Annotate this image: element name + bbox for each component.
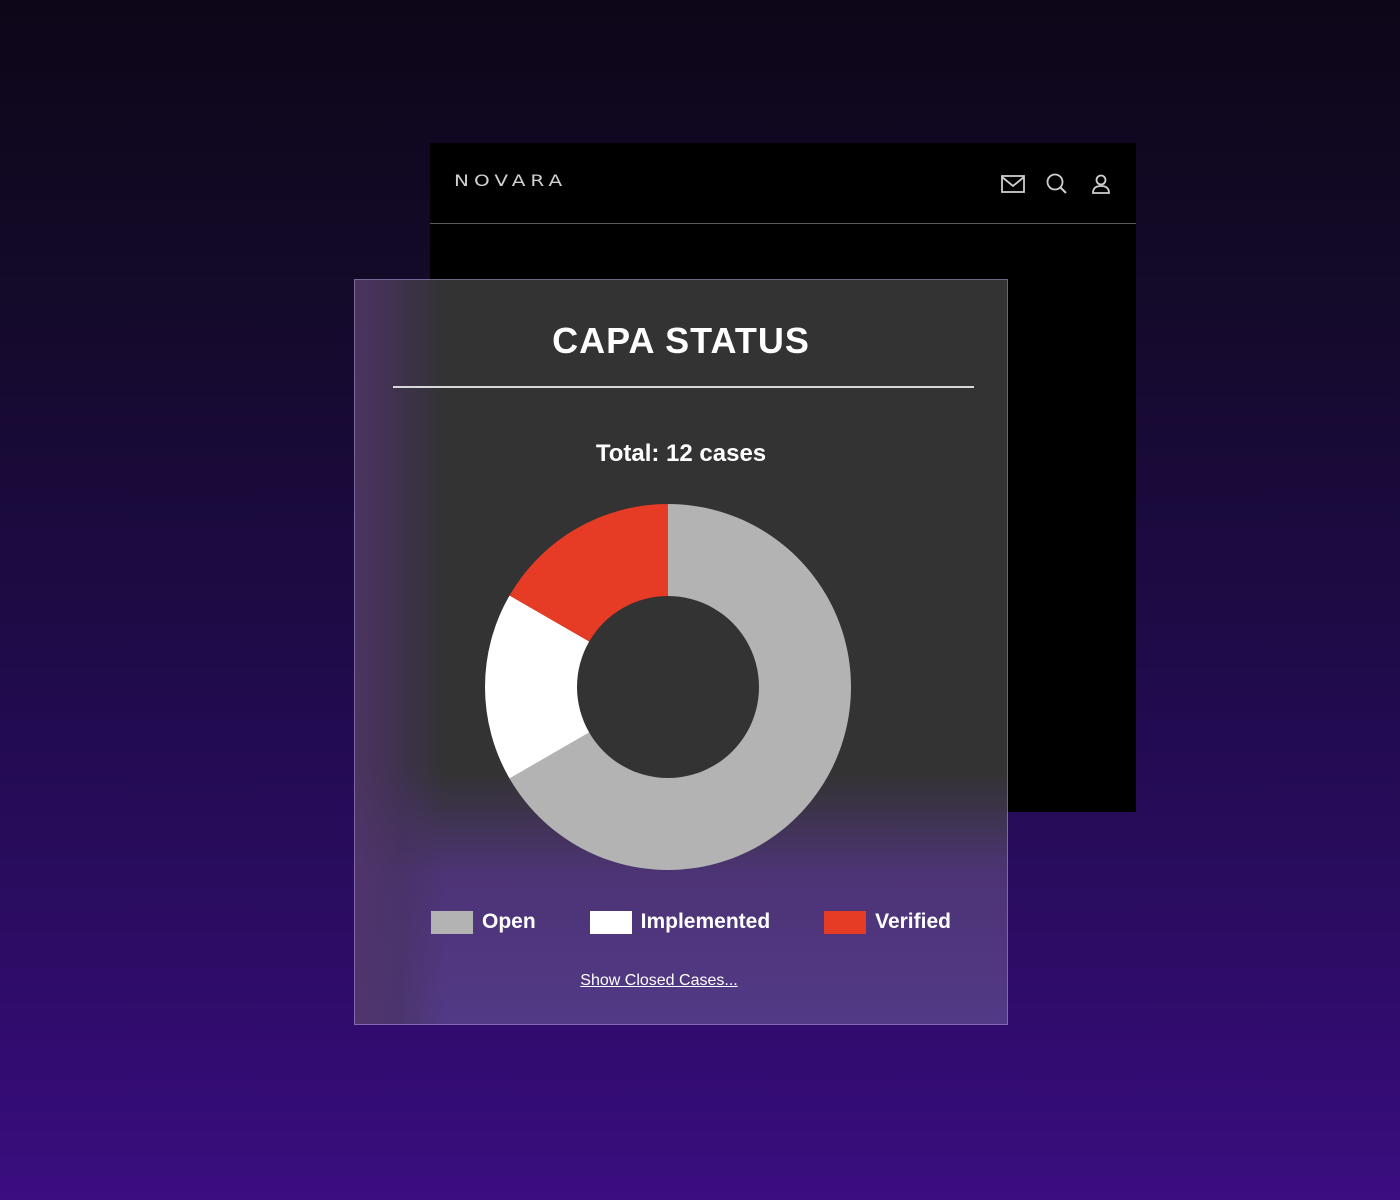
show-closed-container: Show Closed Cases...: [355, 972, 1007, 990]
legend-item-open: Open: [431, 910, 536, 934]
legend-label-verified: Verified: [875, 910, 951, 933]
total-cases-label: Total: 12 cases: [595, 440, 767, 467]
legend-swatch-verified: [824, 910, 867, 934]
brand-logo[interactable]: NOVARA: [454, 171, 567, 190]
user-icon[interactable]: [1088, 171, 1114, 197]
card-title: CAPA STATUS: [552, 320, 810, 361]
title-divider: [393, 386, 974, 388]
mail-icon[interactable]: [1000, 171, 1026, 197]
legend-label-open: Open: [482, 910, 536, 933]
donut-chart: [483, 502, 853, 872]
search-icon[interactable]: [1044, 171, 1070, 197]
legend-swatch-implemented: [589, 910, 632, 934]
legend-item-verified: Verified: [824, 910, 951, 934]
chart-legend: Open Implemented Verified: [431, 910, 951, 934]
legend-swatch-open: [431, 910, 473, 934]
header-icon-group: [1000, 171, 1114, 197]
legend-item-implemented: Implemented: [589, 910, 771, 934]
app-header: NOVARA: [430, 143, 1136, 224]
show-closed-cases-link[interactable]: Show Closed Cases...: [580, 972, 737, 989]
legend-label-implemented: Implemented: [640, 910, 771, 933]
donut-chart-svg: [485, 504, 851, 870]
capa-status-card: CAPA STATUS Total: 12 cases Open Impleme…: [354, 279, 1008, 1025]
